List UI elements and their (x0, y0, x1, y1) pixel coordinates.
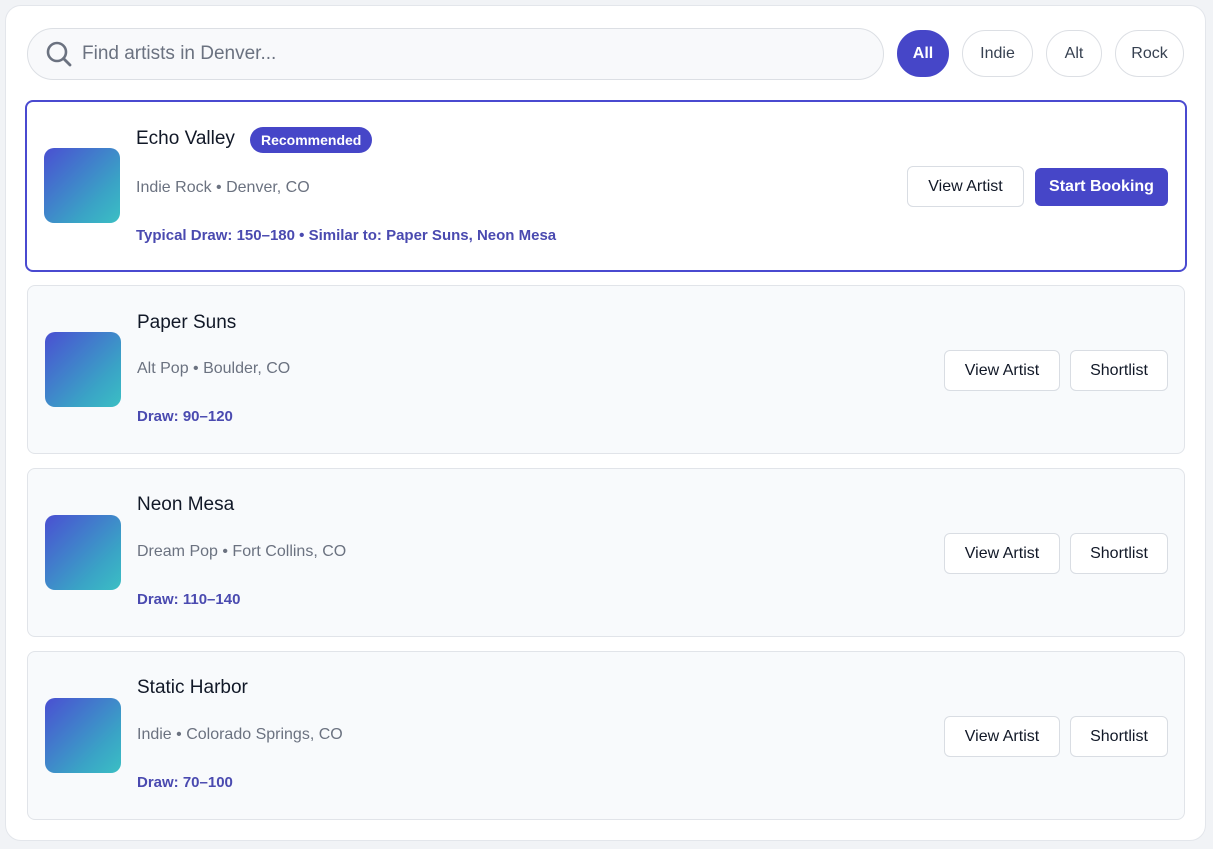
filter-chip-indie[interactable]: Indie (962, 30, 1033, 77)
artist-thumbnail (45, 698, 121, 773)
artist-card[interactable]: Static Harbor Indie • Colorado Springs, … (27, 651, 1185, 820)
artist-card[interactable]: Echo Valley Recommended Indie Rock • Den… (25, 100, 1187, 272)
artist-card[interactable]: Paper Suns Alt Pop • Boulder, CO Draw: 9… (27, 285, 1185, 454)
shortlist-button[interactable]: Shortlist (1070, 350, 1168, 391)
artist-thumbnail (44, 148, 120, 223)
artist-name: Neon Mesa (137, 494, 235, 515)
artist-thumbnail (45, 515, 121, 590)
artist-meta: Alt Pop • Boulder, CO (137, 360, 291, 377)
start-booking-button[interactable]: Start Booking (1035, 168, 1168, 206)
artist-draw: Draw: 90–120 (137, 408, 233, 425)
search-input[interactable] (82, 43, 842, 65)
artist-search-panel: All Indie Alt Rock Echo Valley Recommend… (5, 5, 1206, 841)
artist-meta: Indie Rock • Denver, CO (136, 179, 310, 196)
artist-thumbnail (45, 332, 121, 407)
filter-chip-rock[interactable]: Rock (1115, 30, 1184, 77)
shortlist-button[interactable]: Shortlist (1070, 533, 1168, 574)
artist-name: Static Harbor (137, 677, 248, 698)
view-artist-button[interactable]: View Artist (944, 716, 1060, 757)
view-artist-button[interactable]: View Artist (944, 350, 1060, 391)
search-box[interactable] (27, 28, 884, 80)
view-artist-button[interactable]: View Artist (944, 533, 1060, 574)
shortlist-button[interactable]: Shortlist (1070, 716, 1168, 757)
artist-draw: Draw: 70–100 (137, 774, 233, 791)
filter-chip-alt[interactable]: Alt (1046, 30, 1102, 77)
recommended-badge: Recommended (250, 127, 373, 153)
view-artist-button[interactable]: View Artist (907, 166, 1024, 207)
filter-chip-all[interactable]: All (897, 30, 949, 77)
artist-draw: Draw: 110–140 (137, 591, 241, 608)
artist-card[interactable]: Neon Mesa Dream Pop • Fort Collins, CO D… (27, 468, 1185, 637)
search-toolbar: All Indie Alt Rock (27, 28, 1185, 80)
artist-draw: Typical Draw: 150–180 • Similar to: Pape… (136, 227, 557, 244)
artist-meta: Dream Pop • Fort Collins, CO (137, 543, 347, 560)
search-icon (44, 39, 74, 69)
artist-meta: Indie • Colorado Springs, CO (137, 726, 343, 743)
artist-name: Paper Suns (137, 312, 237, 333)
artist-name: Echo Valley (136, 128, 235, 149)
